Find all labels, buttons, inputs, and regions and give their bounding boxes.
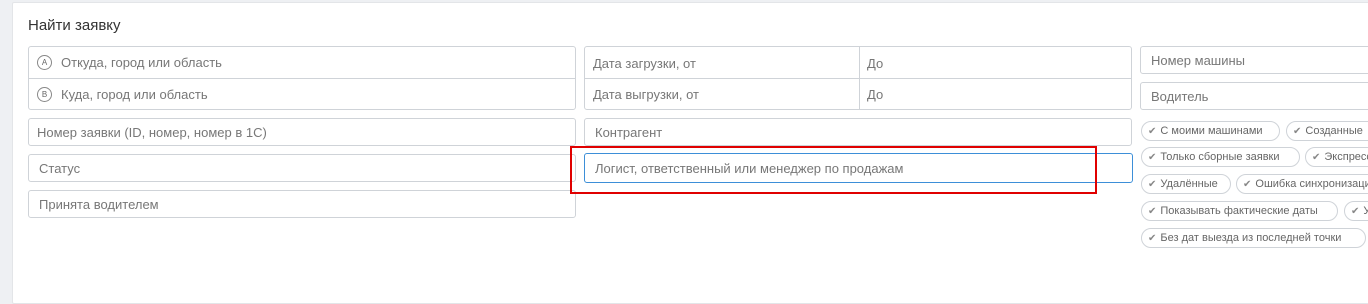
load-date-to-input[interactable]: До (867, 47, 1127, 79)
filter-chip-deleted[interactable]: ✔ Удалённые (1141, 174, 1231, 194)
order-number-input[interactable]: Номер заявки (ID, номер, номер в 1С) (28, 118, 576, 146)
check-icon: ✔ (1243, 178, 1252, 190)
chip-label: У (1363, 205, 1368, 217)
load-date-from-input[interactable]: Дата загрузки, от (593, 47, 853, 79)
filter-chip-u[interactable]: ✔У (1344, 201, 1368, 221)
chip-label: С моими машинами (1160, 125, 1263, 137)
accepted-by-driver-select[interactable]: Принята водителем (28, 190, 576, 218)
chip-label: Экспресс (1324, 151, 1368, 163)
chip-label: Созданные (1305, 125, 1363, 137)
point-b-icon: B (37, 87, 52, 102)
filter-chip-created[interactable]: ✔ Созданные (1286, 121, 1368, 141)
logist-placeholder: Логист, ответственный или менеджер по пр… (595, 160, 904, 176)
logist-input[interactable]: Логист, ответственный или менеджер по пр… (584, 153, 1133, 183)
accepted-by-driver-placeholder: Принята водителем (39, 196, 159, 212)
from-placeholder: Откуда, город или область (61, 55, 222, 70)
unload-date-to-input[interactable]: До (867, 79, 1127, 110)
chip-label: Только сборные заявки (1160, 151, 1280, 163)
filter-chip-consolidated[interactable]: ✔ Только сборные заявки (1141, 147, 1300, 167)
check-icon: ✔ (1148, 205, 1157, 217)
to-placeholder: Куда, город или область (61, 87, 208, 102)
driver-input[interactable]: Водитель (1140, 82, 1368, 110)
driver-placeholder: Водитель (1151, 88, 1209, 104)
route-group: A Откуда, город или область B Куда, горо… (28, 46, 576, 110)
check-icon: ✔ (1312, 151, 1321, 163)
dates-group: Дата загрузки, от До Дата выгрузки, от Д… (584, 46, 1132, 110)
chip-label: Показывать фактические даты (1160, 205, 1318, 217)
status-placeholder: Статус (39, 160, 81, 176)
chip-label: Без дат выезда из последней точки (1160, 232, 1342, 244)
filter-chip-express[interactable]: ✔ Экспресс (1305, 147, 1368, 167)
to-field[interactable]: B Куда, город или область (37, 79, 567, 110)
status-select[interactable]: Статус (28, 154, 576, 182)
check-icon: ✔ (1351, 205, 1360, 217)
point-a-icon: A (37, 55, 52, 70)
panel-title: Найти заявку (28, 17, 121, 34)
from-field[interactable]: A Откуда, город или область (37, 47, 567, 78)
car-number-input[interactable]: Номер машины (1140, 46, 1368, 74)
filter-chip-actual-dates[interactable]: ✔ Показывать фактические даты (1141, 201, 1338, 221)
chip-label: Удалённые (1160, 178, 1218, 190)
check-icon: ✔ (1148, 125, 1157, 137)
order-number-placeholder: Номер заявки (ID, номер, номер в 1С) (37, 124, 267, 140)
filter-chip-no-departure-dates[interactable]: ✔ Без дат выезда из последней точки (1141, 228, 1366, 248)
check-icon: ✔ (1293, 125, 1302, 137)
counterparty-placeholder: Контрагент (595, 124, 663, 140)
unload-date-from-input[interactable]: Дата выгрузки, от (593, 79, 853, 110)
chip-label: Ошибка синхронизации (1255, 178, 1368, 190)
check-icon: ✔ (1148, 232, 1157, 244)
check-icon: ✔ (1148, 178, 1157, 190)
car-number-placeholder: Номер машины (1151, 52, 1246, 68)
filter-chip-sync-error[interactable]: ✔ Ошибка синхронизации (1236, 174, 1368, 194)
filter-chip-my-cars[interactable]: ✔ С моими машинами (1141, 121, 1280, 141)
check-icon: ✔ (1148, 151, 1157, 163)
counterparty-input[interactable]: Контрагент (584, 118, 1132, 146)
